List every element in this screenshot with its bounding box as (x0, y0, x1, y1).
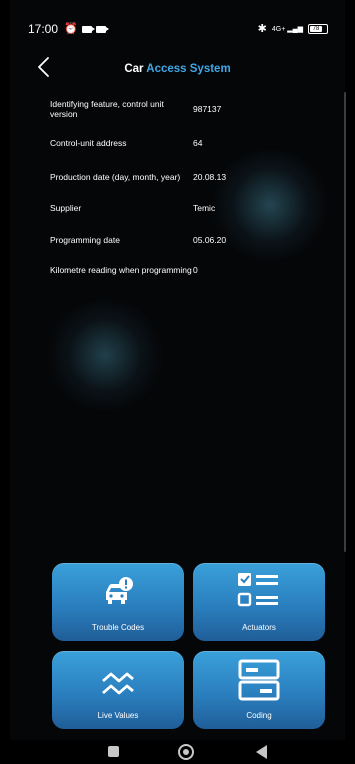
video-icon (81, 25, 95, 33)
battery-level: 78 (310, 26, 322, 32)
wave-icon (102, 672, 134, 695)
info-row: Production date (day, month, year) 20.08… (50, 162, 330, 192)
actuators-label: Actuators (242, 623, 276, 632)
page-title: Car Access System (0, 63, 355, 75)
status-bar: 17:00 ⏰ ✱ 4G+ ▂▄▆ 78 (28, 20, 338, 40)
info-row: Supplier Temic (50, 193, 330, 223)
checklist-icon (237, 573, 278, 607)
info-row: Control-unit address 64 (50, 128, 330, 158)
scrollbar[interactable] (344, 92, 346, 552)
network-label: 4G+ (271, 25, 286, 33)
info-value: 05.06.20 (193, 235, 227, 245)
app-screen: 17:00 ⏰ ✱ 4G+ ▂▄▆ 78 Car Access System I… (0, 0, 355, 764)
trouble-codes-button[interactable]: Trouble Codes (52, 563, 184, 641)
info-value: 987137 (193, 104, 222, 114)
info-label: Kilometre reading when programming (50, 265, 192, 275)
battery-icon: 78 (308, 24, 328, 34)
info-label: Supplier (50, 203, 82, 213)
coding-label: Coding (246, 711, 272, 720)
info-label: Production date (day, month, year) (50, 172, 181, 182)
coding-button[interactable]: Coding (193, 651, 325, 729)
modules-icon (238, 659, 280, 701)
car-alert-icon (106, 577, 133, 604)
back-nav-button[interactable] (256, 745, 267, 759)
live-values-button[interactable]: Live Values (52, 651, 184, 729)
info-value: 20.08.13 (193, 172, 227, 182)
live-values-label: Live Values (97, 711, 139, 720)
status-time: 17:00 (28, 22, 59, 36)
info-row: Identifying feature, control unit versio… (50, 96, 330, 122)
background-glow (45, 300, 165, 410)
video-icon (95, 25, 109, 33)
info-label: Control-unit address (50, 138, 127, 148)
bluetooth-icon: ✱ (257, 23, 267, 35)
recents-button[interactable] (108, 746, 119, 757)
actuators-button[interactable]: Actuators (193, 563, 325, 641)
info-value: 64 (193, 138, 203, 148)
system-nav-bar (0, 740, 355, 764)
alarm-icon: ⏰ (64, 23, 78, 35)
info-value: Temic (193, 203, 216, 213)
info-table: Identifying feature, control unit versio… (50, 96, 330, 283)
signal-icon: 4G+ ▂▄▆ (271, 25, 303, 33)
page-title-part1: Car (124, 63, 144, 75)
trouble-codes-label: Trouble Codes (91, 623, 145, 632)
info-row: Kilometre reading when programming 0 (50, 257, 330, 283)
info-label: Identifying feature, control unit versio… (50, 99, 164, 119)
info-value: 0 (193, 265, 198, 275)
info-label: Programming date (50, 235, 120, 245)
home-button[interactable] (178, 744, 194, 760)
page-title-part2: Access System (146, 63, 231, 75)
info-row: Programming date 05.06.20 (50, 225, 330, 255)
